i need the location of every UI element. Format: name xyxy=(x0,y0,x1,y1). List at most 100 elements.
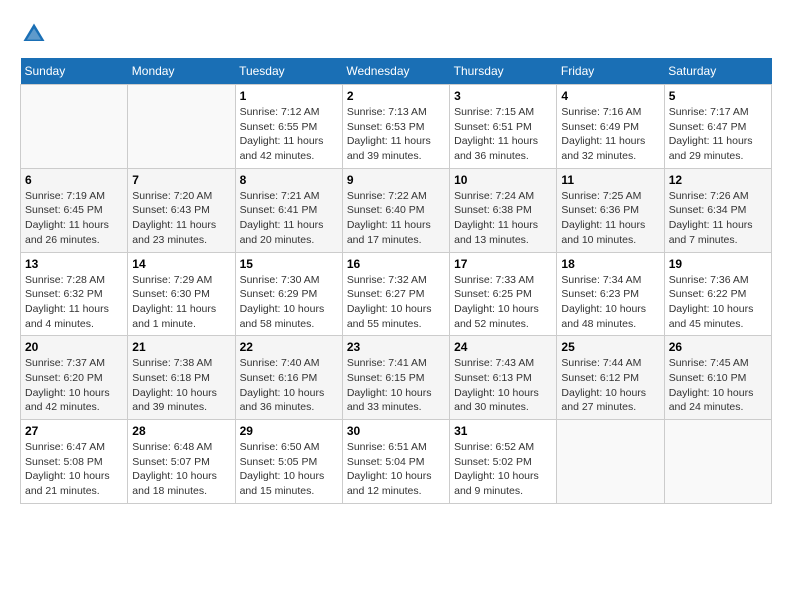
day-number: 25 xyxy=(561,340,659,354)
calendar-cell: 4 Sunrise: 7:16 AM Sunset: 6:49 PM Daylig… xyxy=(557,85,664,169)
day-number: 16 xyxy=(347,257,445,271)
day-number: 2 xyxy=(347,89,445,103)
cell-content: Sunrise: 7:26 AM Sunset: 6:34 PM Dayligh… xyxy=(669,189,767,248)
cell-content: Sunrise: 7:37 AM Sunset: 6:20 PM Dayligh… xyxy=(25,356,123,415)
logo-icon xyxy=(20,20,48,48)
calendar-table: SundayMondayTuesdayWednesdayThursdayFrid… xyxy=(20,58,772,504)
calendar-cell: 24 Sunrise: 7:43 AM Sunset: 6:13 PM Dayli… xyxy=(450,336,557,420)
day-number: 4 xyxy=(561,89,659,103)
cell-content: Sunrise: 7:44 AM Sunset: 6:12 PM Dayligh… xyxy=(561,356,659,415)
day-number: 21 xyxy=(132,340,230,354)
cell-content: Sunrise: 7:34 AM Sunset: 6:23 PM Dayligh… xyxy=(561,273,659,332)
day-header-thursday: Thursday xyxy=(450,58,557,85)
calendar-cell: 9 Sunrise: 7:22 AM Sunset: 6:40 PM Daylig… xyxy=(342,168,449,252)
week-row-1: 1Sunrise: 7:12 AM Sunset: 6:55 PM Daylig… xyxy=(21,85,772,169)
calendar-cell: 20 Sunrise: 7:37 AM Sunset: 6:20 PM Dayli… xyxy=(21,336,128,420)
day-number: 14 xyxy=(132,257,230,271)
cell-content: Sunrise: 7:45 AM Sunset: 6:10 PM Dayligh… xyxy=(669,356,767,415)
day-number: 12 xyxy=(669,173,767,187)
cell-content: Sunrise: 6:50 AM Sunset: 5:05 PM Dayligh… xyxy=(240,440,338,499)
cell-content: Sunrise: 7:24 AM Sunset: 6:38 PM Dayligh… xyxy=(454,189,552,248)
calendar-cell: 10 Sunrise: 7:24 AM Sunset: 6:38 PM Dayli… xyxy=(450,168,557,252)
cell-content: Sunrise: 7:38 AM Sunset: 6:18 PM Dayligh… xyxy=(132,356,230,415)
calendar-cell: 14 Sunrise: 7:29 AM Sunset: 6:30 PM Dayli… xyxy=(128,252,235,336)
calendar-cell xyxy=(557,420,664,504)
calendar-cell: 12 Sunrise: 7:26 AM Sunset: 6:34 PM Dayli… xyxy=(664,168,771,252)
calendar-cell: 30 Sunrise: 6:51 AM Sunset: 5:04 PM Dayli… xyxy=(342,420,449,504)
page-header xyxy=(20,20,772,48)
calendar-cell: 26Sunrise: 7:45 AM Sunset: 6:10 PM Dayli… xyxy=(664,336,771,420)
week-row-5: 27 Sunrise: 6:47 AM Sunset: 5:08 PM Dayli… xyxy=(21,420,772,504)
day-number: 28 xyxy=(132,424,230,438)
calendar-cell: 6Sunrise: 7:19 AM Sunset: 6:45 PM Daylig… xyxy=(21,168,128,252)
day-number: 3 xyxy=(454,89,552,103)
day-number: 20 xyxy=(25,340,123,354)
logo xyxy=(20,20,52,48)
calendar-cell: 19 Sunrise: 7:36 AM Sunset: 6:22 PM Dayli… xyxy=(664,252,771,336)
day-number: 30 xyxy=(347,424,445,438)
cell-content: Sunrise: 7:43 AM Sunset: 6:13 PM Dayligh… xyxy=(454,356,552,415)
day-header-friday: Friday xyxy=(557,58,664,85)
day-number: 7 xyxy=(132,173,230,187)
calendar-cell: 21 Sunrise: 7:38 AM Sunset: 6:18 PM Dayli… xyxy=(128,336,235,420)
calendar-cell: 8 Sunrise: 7:21 AM Sunset: 6:41 PM Daylig… xyxy=(235,168,342,252)
day-number: 22 xyxy=(240,340,338,354)
cell-content: Sunrise: 7:22 AM Sunset: 6:40 PM Dayligh… xyxy=(347,189,445,248)
cell-content: Sunrise: 7:20 AM Sunset: 6:43 PM Dayligh… xyxy=(132,189,230,248)
calendar-cell xyxy=(128,85,235,169)
cell-content: Sunrise: 7:16 AM Sunset: 6:49 PM Dayligh… xyxy=(561,105,659,164)
cell-content: Sunrise: 7:21 AM Sunset: 6:41 PM Dayligh… xyxy=(240,189,338,248)
day-header-wednesday: Wednesday xyxy=(342,58,449,85)
day-number: 11 xyxy=(561,173,659,187)
cell-content: Sunrise: 7:15 AM Sunset: 6:51 PM Dayligh… xyxy=(454,105,552,164)
cell-content: Sunrise: 7:40 AM Sunset: 6:16 PM Dayligh… xyxy=(240,356,338,415)
day-number: 27 xyxy=(25,424,123,438)
calendar-cell: 15Sunrise: 7:30 AM Sunset: 6:29 PM Dayli… xyxy=(235,252,342,336)
calendar-header-row: SundayMondayTuesdayWednesdayThursdayFrid… xyxy=(21,58,772,85)
calendar-cell: 17Sunrise: 7:33 AM Sunset: 6:25 PM Dayli… xyxy=(450,252,557,336)
week-row-4: 20 Sunrise: 7:37 AM Sunset: 6:20 PM Dayli… xyxy=(21,336,772,420)
day-number: 23 xyxy=(347,340,445,354)
cell-content: Sunrise: 7:13 AM Sunset: 6:53 PM Dayligh… xyxy=(347,105,445,164)
calendar-cell: 31Sunrise: 6:52 AM Sunset: 5:02 PM Dayli… xyxy=(450,420,557,504)
day-number: 31 xyxy=(454,424,552,438)
cell-content: Sunrise: 7:19 AM Sunset: 6:45 PM Dayligh… xyxy=(25,189,123,248)
day-number: 18 xyxy=(561,257,659,271)
cell-content: Sunrise: 7:12 AM Sunset: 6:55 PM Dayligh… xyxy=(240,105,338,164)
calendar-cell: 1Sunrise: 7:12 AM Sunset: 6:55 PM Daylig… xyxy=(235,85,342,169)
cell-content: Sunrise: 6:48 AM Sunset: 5:07 PM Dayligh… xyxy=(132,440,230,499)
day-number: 19 xyxy=(669,257,767,271)
day-header-saturday: Saturday xyxy=(664,58,771,85)
cell-content: Sunrise: 6:51 AM Sunset: 5:04 PM Dayligh… xyxy=(347,440,445,499)
day-number: 5 xyxy=(669,89,767,103)
calendar-cell: 25 Sunrise: 7:44 AM Sunset: 6:12 PM Dayli… xyxy=(557,336,664,420)
calendar-cell: 2 Sunrise: 7:13 AM Sunset: 6:53 PM Daylig… xyxy=(342,85,449,169)
calendar-cell: 29Sunrise: 6:50 AM Sunset: 5:05 PM Dayli… xyxy=(235,420,342,504)
cell-content: Sunrise: 7:17 AM Sunset: 6:47 PM Dayligh… xyxy=(669,105,767,164)
day-number: 24 xyxy=(454,340,552,354)
cell-content: Sunrise: 7:36 AM Sunset: 6:22 PM Dayligh… xyxy=(669,273,767,332)
calendar-cell: 23 Sunrise: 7:41 AM Sunset: 6:15 PM Dayli… xyxy=(342,336,449,420)
day-number: 9 xyxy=(347,173,445,187)
cell-content: Sunrise: 6:47 AM Sunset: 5:08 PM Dayligh… xyxy=(25,440,123,499)
calendar-cell: 22 Sunrise: 7:40 AM Sunset: 6:16 PM Dayli… xyxy=(235,336,342,420)
cell-content: Sunrise: 7:41 AM Sunset: 6:15 PM Dayligh… xyxy=(347,356,445,415)
day-number: 8 xyxy=(240,173,338,187)
day-number: 15 xyxy=(240,257,338,271)
calendar-cell: 5 Sunrise: 7:17 AM Sunset: 6:47 PM Daylig… xyxy=(664,85,771,169)
calendar-cell: 28 Sunrise: 6:48 AM Sunset: 5:07 PM Dayli… xyxy=(128,420,235,504)
cell-content: Sunrise: 7:33 AM Sunset: 6:25 PM Dayligh… xyxy=(454,273,552,332)
day-number: 13 xyxy=(25,257,123,271)
day-header-sunday: Sunday xyxy=(21,58,128,85)
calendar-cell xyxy=(664,420,771,504)
calendar-cell xyxy=(21,85,128,169)
cell-content: Sunrise: 7:29 AM Sunset: 6:30 PM Dayligh… xyxy=(132,273,230,332)
day-number: 10 xyxy=(454,173,552,187)
calendar-cell: 3 Sunrise: 7:15 AM Sunset: 6:51 PM Daylig… xyxy=(450,85,557,169)
day-header-monday: Monday xyxy=(128,58,235,85)
calendar-cell: 13Sunrise: 7:28 AM Sunset: 6:32 PM Dayli… xyxy=(21,252,128,336)
cell-content: Sunrise: 7:25 AM Sunset: 6:36 PM Dayligh… xyxy=(561,189,659,248)
calendar-cell: 16 Sunrise: 7:32 AM Sunset: 6:27 PM Dayli… xyxy=(342,252,449,336)
calendar-cell: 27 Sunrise: 6:47 AM Sunset: 5:08 PM Dayli… xyxy=(21,420,128,504)
cell-content: Sunrise: 7:32 AM Sunset: 6:27 PM Dayligh… xyxy=(347,273,445,332)
